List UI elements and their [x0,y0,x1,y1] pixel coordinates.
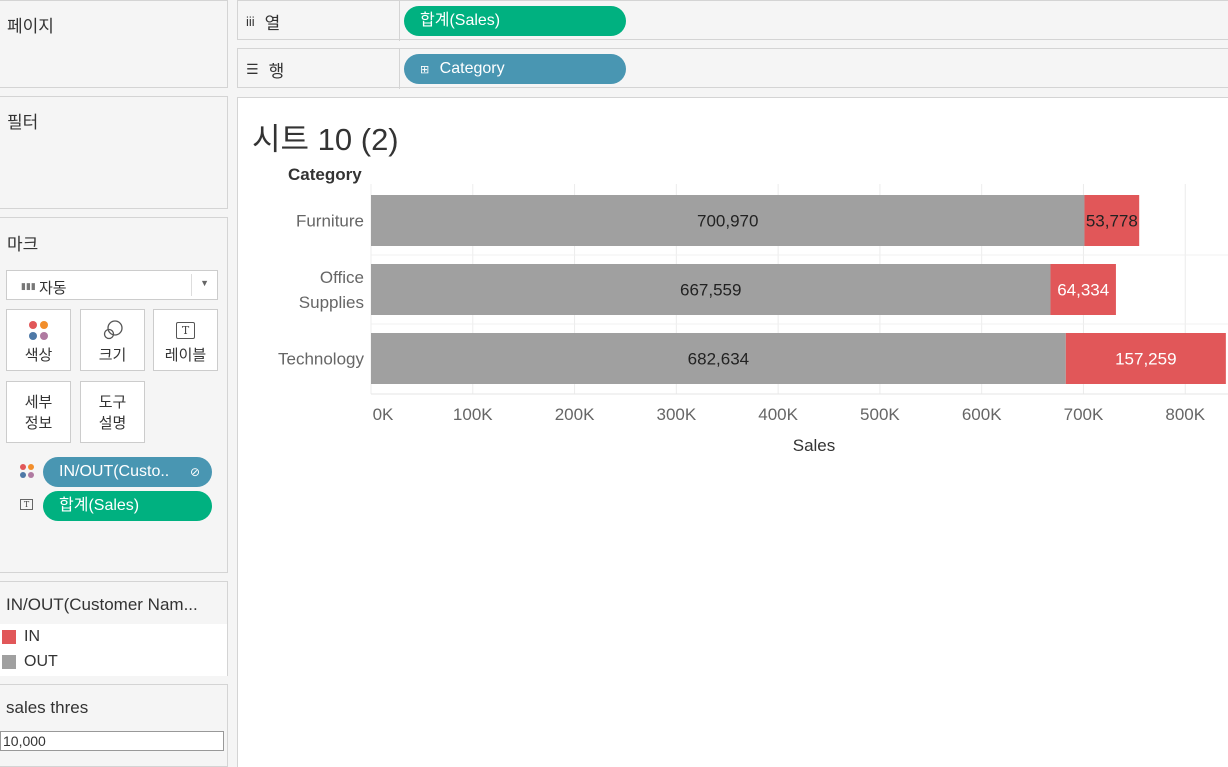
data-label-out: 700,970 [697,212,758,231]
x-tick-label: 300K [656,405,696,424]
color-icon [7,319,70,341]
expand-plus-icon: ⊞ [420,64,430,76]
columns-sales-pill[interactable]: 합계(Sales) [404,6,626,36]
color-button-label: 색상 [24,347,53,364]
data-label-out: 667,559 [680,281,741,300]
chevron-down-icon: ▼ [200,278,209,288]
marks-panel: 마크 ▮▮▮ 자동 ▼ 색상 크기 T 레이블 세부 정보 도구 설명 IN/O… [0,217,228,573]
columns-label-text: 열 [264,14,281,33]
legend-label-out: OUT [24,653,58,670]
color-legend: IN/OUT(Customer Nam... IN OUT [0,581,228,676]
tooltip-button[interactable]: 도구 설명 [80,381,145,443]
category-label: Supplies [299,293,364,312]
rows-icon: ☰ [246,61,259,77]
data-label-out: 682,634 [688,350,749,369]
label-button-label: 레이블 [164,347,207,364]
set-icon: ⊘ [189,465,200,479]
x-tick-label: 400K [758,405,798,424]
size-icon [81,319,144,341]
color-field-pill[interactable]: IN/OUT(Custo.. ⊘ [43,457,212,487]
legend-body: IN OUT [0,624,227,676]
bar-chart: Category 700,970 53,778 Furniture 667,559 64,… [278,165,1228,455]
category-label: Technology [278,350,365,369]
data-label-in: 157,259 [1115,350,1176,369]
worksheet-view: 시트 10 (2) Category 700,970 53,778 Furniture… [237,97,1228,767]
rows-category-pill[interactable]: ⊞ Category [404,54,626,84]
detail-button-label: 세부 정보 [24,394,53,432]
columns-shelf[interactable]: iii 열 합계(Sales) [237,0,1228,41]
x-tick-label: 100K [453,405,493,424]
data-label-in: 64,334 [1057,281,1109,300]
category-header: Category [288,165,362,184]
color-button[interactable]: 색상 [6,309,71,371]
category-label: Furniture [296,212,364,231]
pages-title: 페이지 [7,17,54,36]
columns-shelf-label: iii 열 [246,9,280,34]
data-label-in: 53,778 [1086,212,1138,231]
text-field-pill[interactable]: 합계(Sales) [43,491,212,521]
size-button-label: 크기 [98,347,127,364]
dropdown-divider [191,274,192,296]
parameter-panel: sales thres 10,000 [0,684,228,767]
columns-icon: iii [246,14,255,29]
category-label: Office [320,268,364,287]
x-tick-label: 700K [1064,405,1104,424]
filters-panel[interactable]: 필터 [0,96,228,209]
bar-chart-icon: ▮▮▮ [21,281,36,291]
legend-label-in: IN [24,628,40,645]
x-tick-label: 200K [555,405,595,424]
x-axis-title: Sales [793,436,836,455]
tableau-workspace: 페이지 필터 마크 ▮▮▮ 자동 ▼ 색상 크기 T 레이블 세부 정보 도구 … [0,0,1228,767]
pages-panel[interactable]: 페이지 [0,0,228,88]
text-encoding-icon: T [20,499,33,510]
size-button[interactable]: 크기 [80,309,145,371]
rows-shelf-label: ☰ 행 [246,57,284,82]
legend-swatch-out [2,655,16,669]
shelf-divider [399,49,400,89]
label-button[interactable]: T 레이블 [153,309,218,371]
x-tick-label: 600K [962,405,1002,424]
color-field-label: IN/OUT(Custo.. [59,463,170,480]
rows-label-text: 행 [268,62,285,81]
parameter-input[interactable]: 10,000 [0,731,224,751]
legend-title: IN/OUT(Customer Nam... [6,595,198,614]
detail-button[interactable]: 세부 정보 [6,381,71,443]
legend-item-out[interactable]: OUT [2,653,58,671]
x-tick-label: 0K [373,405,394,424]
text-field-label: 합계(Sales) [59,497,140,514]
parameter-title: sales thres [6,698,89,717]
color-encoding-icon [20,464,34,478]
mark-type-label: 자동 [39,280,67,297]
x-tick-label: 800K [1165,405,1205,424]
rows-pill-label: Category [439,60,505,77]
filters-title: 필터 [7,113,39,132]
legend-swatch-in [2,630,16,644]
shelf-divider [399,1,400,41]
mark-type-dropdown[interactable]: ▮▮▮ 자동 ▼ [6,270,218,300]
columns-pill-label: 합계(Sales) [420,12,501,29]
x-tick-label: 500K [860,405,900,424]
tooltip-button-label: 도구 설명 [98,394,127,432]
marks-title: 마크 [7,235,39,254]
rows-shelf[interactable]: ☰ 행 ⊞ Category [237,48,1228,89]
text-label-icon: T [154,319,217,341]
legend-item-in[interactable]: IN [2,628,40,646]
